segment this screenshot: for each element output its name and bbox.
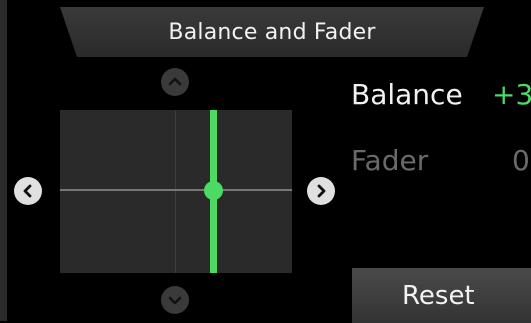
- chevron-down-icon: [168, 296, 182, 305]
- reset-button[interactable]: Reset: [352, 268, 531, 323]
- balance-fader-grid[interactable]: [60, 110, 292, 273]
- chevron-left-icon: [23, 184, 32, 198]
- chevron-up-icon: [168, 77, 182, 86]
- balance-label: Balance: [351, 78, 463, 111]
- reset-label: Reset: [402, 280, 475, 311]
- fader-label: Fader: [351, 144, 429, 177]
- fader-down-button[interactable]: [161, 286, 189, 314]
- balance-right-button[interactable]: [307, 177, 335, 205]
- grid-vertical-centerline: [175, 110, 176, 273]
- fader-up-button[interactable]: [161, 68, 189, 96]
- page-title: Balance and Fader: [168, 19, 376, 45]
- grid-horizontal-line: [60, 189, 292, 191]
- fader-value: 0: [512, 144, 530, 177]
- chevron-right-icon: [317, 184, 326, 198]
- balance-fader-screen: Balance and Fader Balance +3 Fader 0 Res…: [0, 0, 531, 323]
- title-tab: Balance and Fader: [60, 7, 484, 57]
- balance-left-button[interactable]: [14, 177, 42, 205]
- balance-fader-knob[interactable]: [204, 181, 223, 200]
- balance-value: +3: [492, 78, 531, 111]
- left-edge-strip: [0, 0, 7, 321]
